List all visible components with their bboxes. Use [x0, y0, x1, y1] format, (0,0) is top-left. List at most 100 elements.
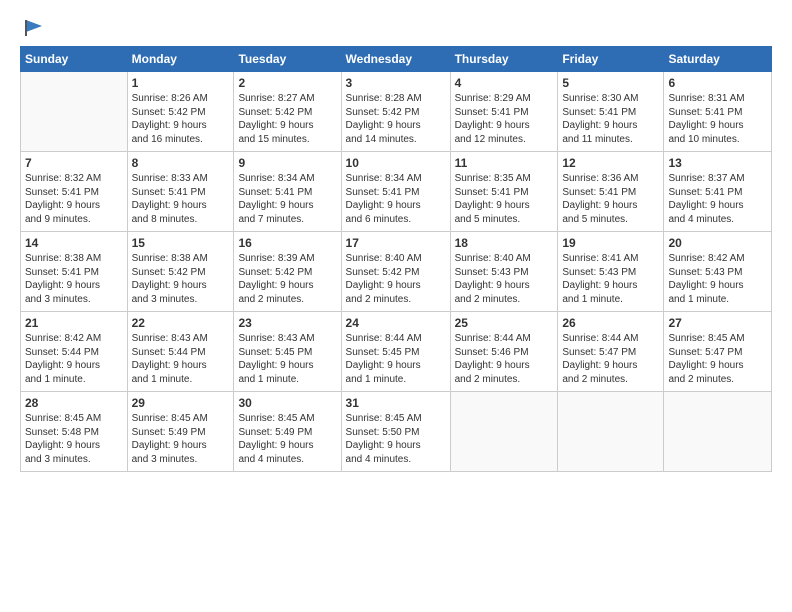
cell-info-text: Sunset: 5:41 PM — [455, 186, 554, 200]
day-number: 27 — [668, 315, 767, 331]
calendar-header-row: SundayMondayTuesdayWednesdayThursdayFrid… — [21, 47, 772, 72]
calendar-cell: 2Sunrise: 8:27 AMSunset: 5:42 PMDaylight… — [234, 72, 341, 152]
cell-info-text: Sunset: 5:42 PM — [346, 106, 446, 120]
cell-info-text: Sunset: 5:42 PM — [132, 106, 230, 120]
cell-info-text: Daylight: 9 hours — [25, 439, 123, 453]
cell-info-text: Daylight: 9 hours — [238, 279, 336, 293]
logo — [20, 16, 46, 40]
cell-info-text: Sunset: 5:45 PM — [346, 346, 446, 360]
calendar-table: SundayMondayTuesdayWednesdayThursdayFrid… — [20, 46, 772, 472]
cell-info-text: Sunrise: 8:45 AM — [238, 412, 336, 426]
cell-info-text: Daylight: 9 hours — [346, 359, 446, 373]
cell-info-text: Sunrise: 8:31 AM — [668, 92, 767, 106]
cell-info-text: Sunrise: 8:43 AM — [238, 332, 336, 346]
cell-info-text: Sunrise: 8:38 AM — [132, 252, 230, 266]
cell-info-text: and 7 minutes. — [238, 213, 336, 227]
cell-info-text: Daylight: 9 hours — [238, 359, 336, 373]
cell-info-text: Sunset: 5:50 PM — [346, 426, 446, 440]
cell-info-text: Daylight: 9 hours — [346, 279, 446, 293]
day-number: 11 — [455, 155, 554, 171]
calendar-week-row: 14 Sunrise: 8:38 AM Sunset: 5:41 PM Dayligh… — [21, 232, 772, 312]
weekday-header: Wednesday — [341, 47, 450, 72]
calendar-cell: 23Sunrise: 8:43 AMSunset: 5:45 PMDayligh… — [234, 312, 341, 392]
cell-info-text: Daylight: 9 hours — [132, 279, 230, 293]
weekday-header: Monday — [127, 47, 234, 72]
cell-info-text: Sunset: 5:47 PM — [668, 346, 767, 360]
cell-info-text: Daylight: 9 hours — [668, 359, 767, 373]
cell-info-text: Sunset: 5:49 PM — [132, 426, 230, 440]
calendar-cell: 9Sunrise: 8:34 AMSunset: 5:41 PMDaylight… — [234, 152, 341, 232]
calendar-cell: 11Sunrise: 8:35 AMSunset: 5:41 PMDayligh… — [450, 152, 558, 232]
day-number: 20 — [668, 235, 767, 251]
day-number: 19 — [562, 235, 659, 251]
cell-info-text: Sunrise: 8:36 AM — [562, 172, 659, 186]
cell-info-text: Daylight: 9 hours — [455, 279, 554, 293]
cell-info-text: Daylight: 9 hours — [132, 359, 230, 373]
cell-info-text: Sunset: 5:47 PM — [562, 346, 659, 360]
cell-info-text: Daylight: 9 hours — [562, 199, 659, 213]
cell-info-text: Sunrise: 8:27 AM — [238, 92, 336, 106]
calendar-cell — [21, 72, 128, 152]
calendar-cell: 15Sunrise: 8:38 AMSunset: 5:42 PMDayligh… — [127, 232, 234, 312]
calendar-cell: 22Sunrise: 8:43 AMSunset: 5:44 PMDayligh… — [127, 312, 234, 392]
calendar-cell: 25Sunrise: 8:44 AMSunset: 5:46 PMDayligh… — [450, 312, 558, 392]
calendar-cell — [664, 392, 772, 472]
cell-info-text: Sunset: 5:42 PM — [238, 266, 336, 280]
cell-info-text: Sunset: 5:41 PM — [562, 186, 659, 200]
day-number: 24 — [346, 315, 446, 331]
cell-info-text: Daylight: 9 hours — [238, 439, 336, 453]
calendar-cell: 13Sunrise: 8:37 AMSunset: 5:41 PMDayligh… — [664, 152, 772, 232]
cell-info-text: Daylight: 9 hours — [668, 119, 767, 133]
cell-info-text: and 10 minutes. — [668, 133, 767, 147]
cell-info-text: and 2 minutes. — [238, 293, 336, 307]
cell-info-text: and 2 minutes. — [562, 373, 659, 387]
cell-info-text: and 3 minutes. — [25, 453, 123, 467]
cell-info-text: Sunrise: 8:43 AM — [132, 332, 230, 346]
page-header — [20, 16, 772, 40]
cell-info-text: Sunrise: 8:45 AM — [25, 412, 123, 426]
cell-info-text: Sunset: 5:42 PM — [346, 266, 446, 280]
day-number: 9 — [238, 155, 336, 171]
cell-info-text: and 16 minutes. — [132, 133, 230, 147]
weekday-header: Friday — [558, 47, 664, 72]
calendar-cell: 16Sunrise: 8:39 AMSunset: 5:42 PMDayligh… — [234, 232, 341, 312]
calendar-cell: 7Sunrise: 8:32 AMSunset: 5:41 PMDaylight… — [21, 152, 128, 232]
cell-info-text: Sunset: 5:46 PM — [455, 346, 554, 360]
calendar-cell: 20Sunrise: 8:42 AMSunset: 5:43 PMDayligh… — [664, 232, 772, 312]
cell-info-text: Sunrise: 8:44 AM — [562, 332, 659, 346]
cell-info-text: Sunset: 5:41 PM — [668, 186, 767, 200]
cell-info-text: Sunrise: 8:45 AM — [346, 412, 446, 426]
cell-info-text: and 3 minutes. — [132, 453, 230, 467]
calendar-week-row: 1Sunrise: 8:26 AMSunset: 5:42 PMDaylight… — [21, 72, 772, 152]
cell-info-text: Sunrise: 8:39 AM — [238, 252, 336, 266]
calendar-cell: 17Sunrise: 8:40 AMSunset: 5:42 PMDayligh… — [341, 232, 450, 312]
calendar-cell: 30Sunrise: 8:45 AMSunset: 5:49 PMDayligh… — [234, 392, 341, 472]
cell-info-text: Sunset: 5:41 PM — [25, 266, 123, 280]
calendar-cell: 27Sunrise: 8:45 AMSunset: 5:47 PMDayligh… — [664, 312, 772, 392]
day-number: 26 — [562, 315, 659, 331]
calendar-cell: 29Sunrise: 8:45 AMSunset: 5:49 PMDayligh… — [127, 392, 234, 472]
cell-info-text: Daylight: 9 hours — [668, 279, 767, 293]
cell-info-text: Daylight: 9 hours — [562, 119, 659, 133]
cell-info-text: and 5 minutes. — [455, 213, 554, 227]
calendar-cell: 18Sunrise: 8:40 AMSunset: 5:43 PMDayligh… — [450, 232, 558, 312]
cell-info-text: and 2 minutes. — [455, 293, 554, 307]
cell-info-text: and 1 minute. — [668, 293, 767, 307]
day-number: 15 — [132, 235, 230, 251]
day-number: 13 — [668, 155, 767, 171]
day-number: 14 — [25, 235, 123, 251]
calendar-cell: 19Sunrise: 8:41 AMSunset: 5:43 PMDayligh… — [558, 232, 664, 312]
cell-info-text: Daylight: 9 hours — [346, 439, 446, 453]
cell-info-text: Sunset: 5:43 PM — [455, 266, 554, 280]
cell-info-text: Daylight: 9 hours — [132, 199, 230, 213]
cell-info-text: Daylight: 9 hours — [455, 119, 554, 133]
page-container: SundayMondayTuesdayWednesdayThursdayFrid… — [0, 0, 792, 612]
cell-info-text: Sunset: 5:42 PM — [238, 106, 336, 120]
cell-info-text: Sunrise: 8:33 AM — [132, 172, 230, 186]
calendar-cell: 28Sunrise: 8:45 AMSunset: 5:48 PMDayligh… — [21, 392, 128, 472]
calendar-week-row: 28Sunrise: 8:45 AMSunset: 5:48 PMDayligh… — [21, 392, 772, 472]
cell-info-text: Sunset: 5:41 PM — [346, 186, 446, 200]
cell-info-text: Daylight: 9 hours — [25, 199, 123, 213]
calendar-cell: 6Sunrise: 8:31 AMSunset: 5:41 PMDaylight… — [664, 72, 772, 152]
cell-info-text: and 4 minutes. — [668, 213, 767, 227]
